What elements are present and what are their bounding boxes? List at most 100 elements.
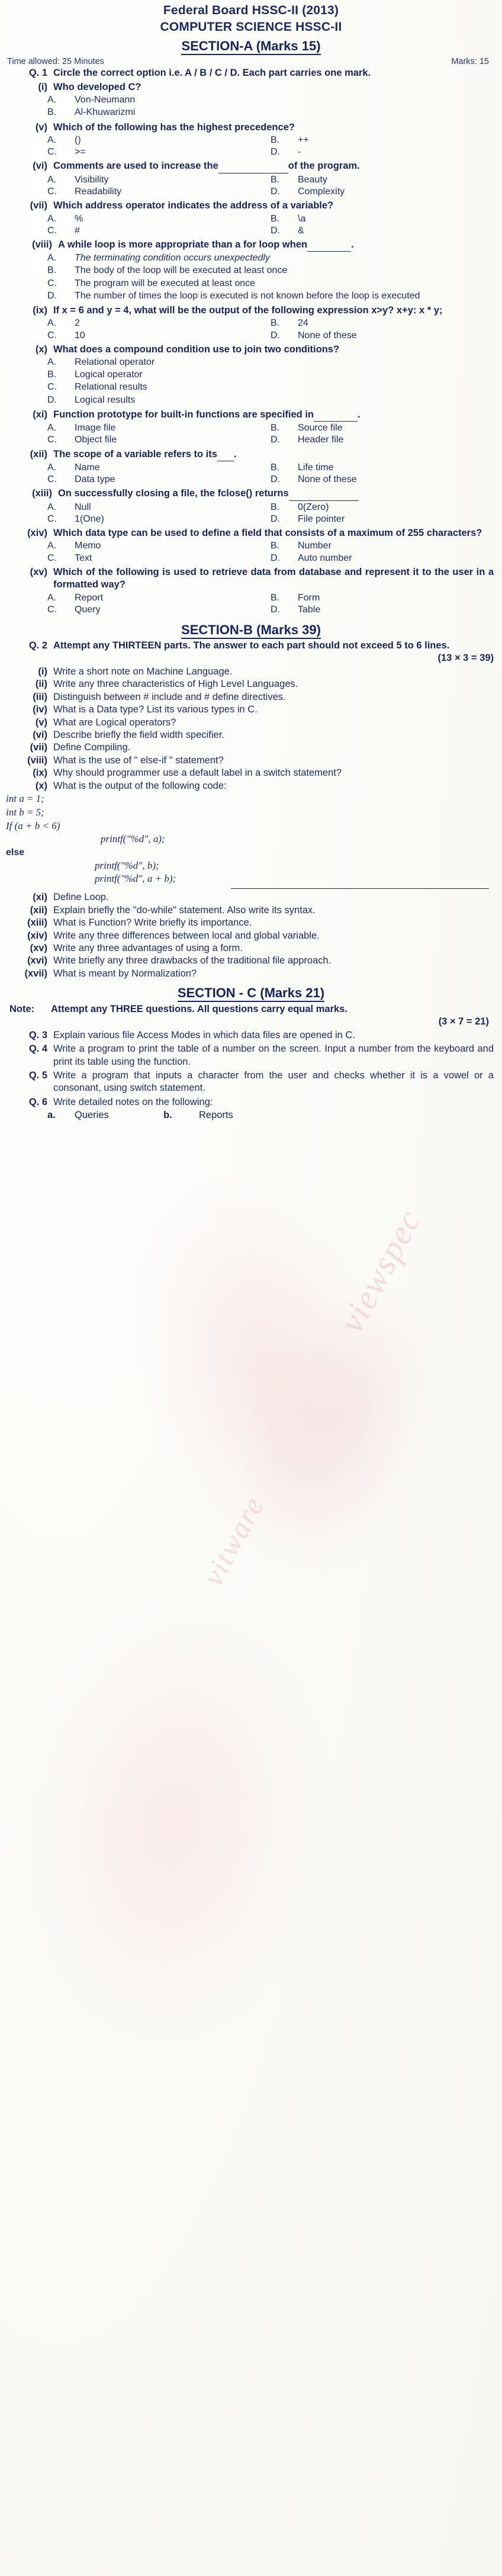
mcq-option[interactable]: A. Von-Neumann (47, 94, 494, 107)
mcq-option[interactable]: B. ++ (271, 134, 494, 146)
mcq-option[interactable]: C. 1(One) (47, 513, 271, 525)
code-line-3: If (a + b < 6) (6, 820, 60, 831)
mcq-option[interactable]: D. None of these (271, 474, 494, 486)
option-text: Relational results (75, 382, 147, 393)
mcq-stem: Which data type can be used to define a … (53, 528, 482, 538)
section-c-question-text: Write detailed notes on the following: (53, 1096, 213, 1107)
mcq-option[interactable]: A. 2 (47, 317, 271, 329)
option-letter: C. (47, 147, 57, 158)
option-letter: D. (271, 435, 280, 445)
section-b-part: (x) What is the output of the following c… (0, 780, 502, 792)
mcq-option[interactable]: B. \a (271, 213, 494, 225)
section-b-part: (ii) Write any three characteristics of H… (0, 678, 502, 690)
option-letter: C. (47, 553, 57, 563)
option-text: Number (298, 541, 332, 551)
mcq-item: (vii) Which address operator indicates th… (0, 199, 502, 213)
option-text: \a (298, 213, 306, 224)
mcq-option[interactable]: B. Logical operator (47, 369, 494, 381)
mcq-option[interactable]: B. 0(Zero) (271, 502, 494, 513)
question-2: Q. 2 Attempt any THIRTEEN parts. The ans… (0, 639, 502, 666)
part-text: What is the output of the following code… (53, 780, 227, 791)
mcq-option[interactable]: B. Life time (271, 462, 494, 474)
mcq-option[interactable]: A.% (47, 213, 271, 225)
mcq-stem-pre: The scope of a variable refers to its (53, 448, 217, 460)
mcq-item: (xi) Function prototype for built-in func… (0, 408, 502, 422)
part-number: (v) (35, 717, 47, 728)
mcq-option[interactable]: B. Number (271, 540, 494, 552)
mcq-option[interactable]: A. The terminating condition occurs unexp… (47, 252, 494, 265)
mcq-number: (i) (38, 81, 47, 92)
mcq-stem: Which of the following has the highest p… (53, 121, 295, 133)
option-text: Query (75, 604, 101, 615)
code-line-6: printf("%d", b); (95, 859, 159, 871)
part-text: Why should programmer use a default labe… (53, 767, 342, 779)
mcq-option[interactable]: C. >= (47, 146, 271, 158)
section-c-question-number: Q. 4 (28, 1043, 47, 1055)
mcq-option[interactable]: D. & (271, 225, 494, 237)
mcq-option[interactable]: A. Visibility (47, 174, 271, 186)
mcq-option[interactable]: C. Text (47, 553, 271, 564)
option-grid: A. Visibility B. Beauty C. Readability D. Compl… (47, 174, 494, 198)
option-text: Memo (75, 541, 101, 551)
mcq-option[interactable]: A. Name (47, 462, 271, 474)
question-2-label: Q. 2 (28, 640, 47, 651)
mcq-option[interactable]: A. Null (47, 502, 271, 513)
part-number: (ix) (33, 767, 47, 779)
mcq-option[interactable]: A. Memo (47, 540, 271, 552)
option-grid: A.% B. \a C. # D. & (47, 213, 494, 237)
section-b-part: (iii) Distinguish between # include and #… (0, 691, 502, 704)
exam-meta: Time allowed: 25 Minutes Marks: 15 (0, 55, 502, 66)
mcq-option[interactable]: C. # (47, 225, 271, 237)
mcq-option[interactable]: D. - (271, 146, 494, 158)
option-text: Auto number (298, 553, 352, 563)
mcq-option[interactable]: D. Complexity (271, 186, 494, 198)
code-block: int a = 1; int b = 5; If (a + b < 6) pri… (0, 792, 502, 886)
mcq-option[interactable]: B. Beauty (271, 174, 494, 186)
mcq-option[interactable]: D. Auto number (271, 553, 494, 564)
section-b-part: (vii) Define Compiling. (0, 741, 502, 754)
question-1-label: Q. 1 (28, 68, 47, 79)
section-b-part: (vi) Describe briefly the field width spe… (0, 729, 502, 741)
option-text: The body of the loop will be executed at… (75, 265, 288, 276)
option-letter: A. (47, 592, 57, 603)
section-a-heading: SECTION-A (Marks 15) (0, 38, 502, 56)
mcq-option[interactable]: B. Form (271, 592, 494, 604)
mcq-option[interactable]: D. The number of times the loop is execut… (47, 290, 494, 303)
mcq-option[interactable]: B. 24 (271, 317, 494, 329)
section-b-part: (v) What are Logical operators? (0, 717, 502, 729)
section-c-question: Q. 5 Write a program that inputs a charac… (0, 1069, 502, 1096)
mcq-option[interactable]: B. Al-Khuwarizmi (47, 107, 494, 119)
mcq-option[interactable]: D. Logical results (47, 394, 494, 407)
option-text: 24 (298, 318, 308, 329)
fill-in-blank (307, 239, 352, 252)
section-c-question-number: Q. 6 (28, 1096, 47, 1107)
option-text: % (75, 213, 83, 224)
part-number: (vii) (30, 742, 47, 753)
mcq-option[interactable]: C. Data type (47, 474, 271, 486)
option-letter: C. (47, 278, 57, 288)
option-letter: A. (47, 174, 57, 185)
mcq-option[interactable]: C. Object file (47, 434, 271, 446)
mcq-option[interactable]: D. File pointer (271, 513, 494, 525)
option-text: Source file (298, 423, 343, 433)
mcq-option[interactable]: B. Source file (271, 422, 494, 434)
mcq-option[interactable]: A. Report (47, 592, 271, 604)
mcq-option[interactable]: C. Query (47, 604, 271, 616)
mcq-option[interactable]: C. The program will be executed at least … (47, 278, 494, 290)
mcq-option[interactable]: C. Readability (47, 186, 271, 198)
section-b-part: (xi) Define Loop. (0, 891, 502, 904)
mcq-stem: Function prototype for built-in function… (53, 409, 494, 422)
option-letter: A. (47, 135, 57, 146)
part-text: What is a Data type? List its various ty… (53, 704, 258, 715)
mcq-option[interactable]: C. Relational results (47, 381, 494, 394)
mcq-stem-pre: On successfully closing a file, the fclo… (58, 488, 289, 499)
mcq-option[interactable]: A. Relational operator (47, 356, 494, 369)
mcq-option[interactable]: B. The body of the loop will be executed … (47, 265, 494, 277)
mcq-option[interactable]: D. None of these (271, 330, 494, 342)
mcq-option[interactable]: A. Image file (47, 422, 271, 434)
mcq-option[interactable]: A. () (47, 134, 271, 146)
mcq-options: A. Image file B. Source file C. Object file D.… (0, 422, 502, 447)
mcq-option[interactable]: C. 10 (47, 330, 271, 342)
mcq-option[interactable]: D. Header file (271, 434, 494, 446)
mcq-option[interactable]: D. Table (271, 604, 494, 616)
